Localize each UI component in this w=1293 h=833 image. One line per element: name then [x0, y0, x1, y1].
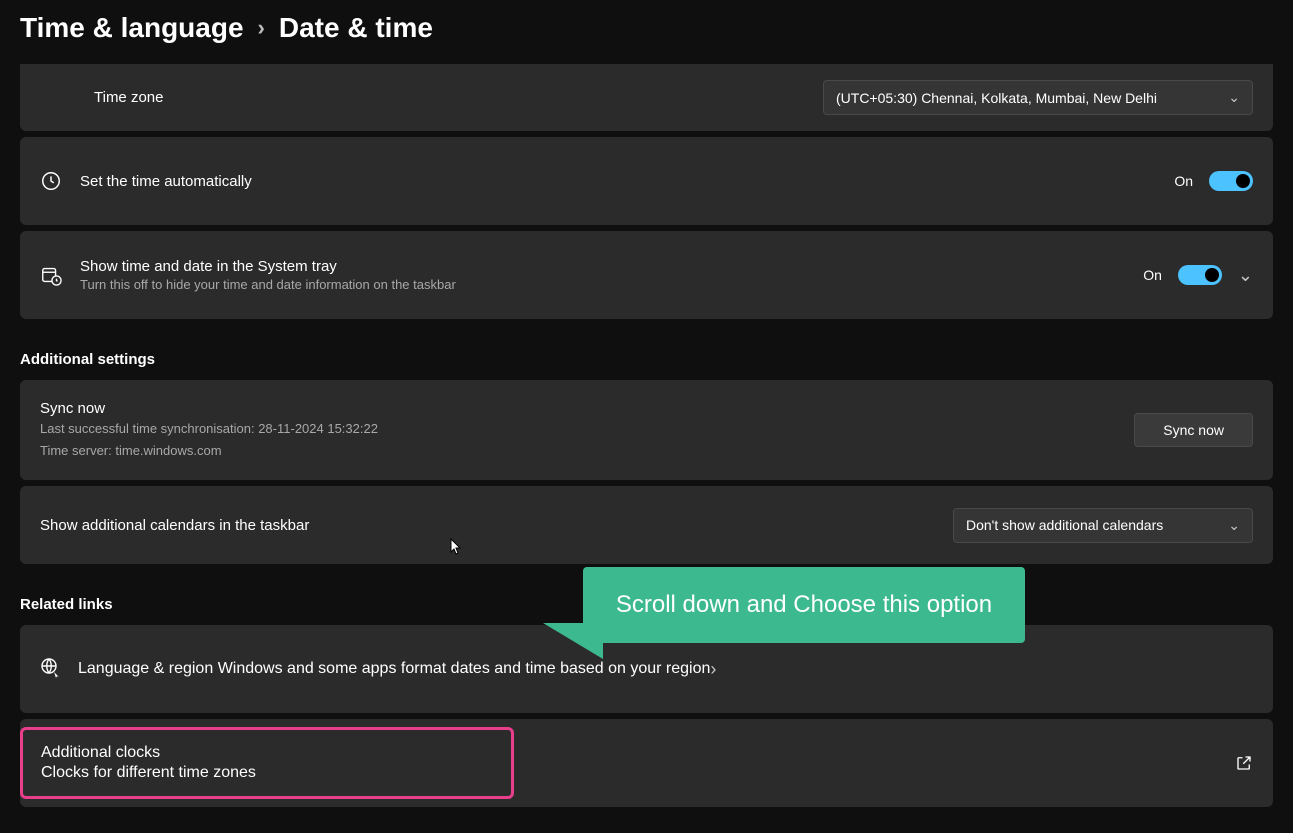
annotation-callout: Scroll down and Choose this option: [583, 567, 1025, 643]
clock-icon: [40, 170, 62, 192]
chevron-right-icon: ›: [710, 659, 716, 680]
section-additional-settings: Additional settings: [20, 351, 1273, 368]
sync-now-button[interactable]: Sync now: [1134, 413, 1253, 447]
calendars-label: Show additional calendars in the taskbar: [40, 517, 953, 534]
calendars-value: Don't show additional calendars: [966, 517, 1163, 533]
sync-server: Time server: time.windows.com: [40, 441, 1134, 461]
chevron-down-icon: ⌄: [1228, 517, 1240, 534]
timezone-row: Time zone (UTC+05:30) Chennai, Kolkata, …: [20, 64, 1273, 131]
calendars-select[interactable]: Don't show additional calendars ⌄: [953, 508, 1253, 543]
timezone-select[interactable]: (UTC+05:30) Chennai, Kolkata, Mumbai, Ne…: [823, 80, 1253, 115]
calendar-clock-icon: [40, 264, 62, 286]
language-region-title: Language & region: [78, 660, 213, 677]
auto-time-state: On: [1174, 173, 1193, 189]
systray-toggle[interactable]: [1178, 265, 1222, 285]
systray-sub: Turn this off to hide your time and date…: [80, 277, 1143, 292]
chevron-right-icon: ›: [258, 15, 265, 41]
auto-time-row: Set the time automatically On: [20, 137, 1273, 225]
breadcrumb-parent[interactable]: Time & language: [20, 12, 244, 44]
calendars-row: Show additional calendars in the taskbar…: [20, 486, 1273, 564]
sync-last: Last successful time synchronisation: 28…: [40, 419, 1134, 439]
timezone-label: Time zone: [94, 89, 823, 106]
chevron-down-icon[interactable]: ⌄: [1238, 265, 1253, 286]
breadcrumb: Time & language › Date & time: [0, 0, 1293, 64]
additional-clocks-row[interactable]: Additional clocks Clocks for different t…: [20, 719, 1273, 807]
language-region-sub: Windows and some apps format dates and t…: [218, 660, 711, 677]
additional-clocks-title: Additional clocks: [41, 744, 493, 762]
systray-row[interactable]: Show time and date in the System tray Tu…: [20, 231, 1273, 319]
additional-clocks-sub: Clocks for different time zones: [41, 764, 493, 782]
chevron-down-icon: ⌄: [1228, 89, 1240, 106]
timezone-value: (UTC+05:30) Chennai, Kolkata, Mumbai, Ne…: [836, 90, 1157, 106]
auto-time-label: Set the time automatically: [80, 173, 1174, 190]
sync-title: Sync now: [40, 400, 1134, 417]
external-link-icon: [1235, 754, 1253, 772]
sync-row: Sync now Last successful time synchronis…: [20, 380, 1273, 480]
systray-title: Show time and date in the System tray: [80, 258, 1143, 275]
mouse-cursor-icon: [450, 538, 462, 556]
globe-language-icon: [40, 657, 64, 681]
systray-state: On: [1143, 267, 1162, 283]
auto-time-toggle[interactable]: [1209, 171, 1253, 191]
breadcrumb-current: Date & time: [279, 12, 433, 44]
highlight-box: Additional clocks Clocks for different t…: [20, 727, 514, 799]
